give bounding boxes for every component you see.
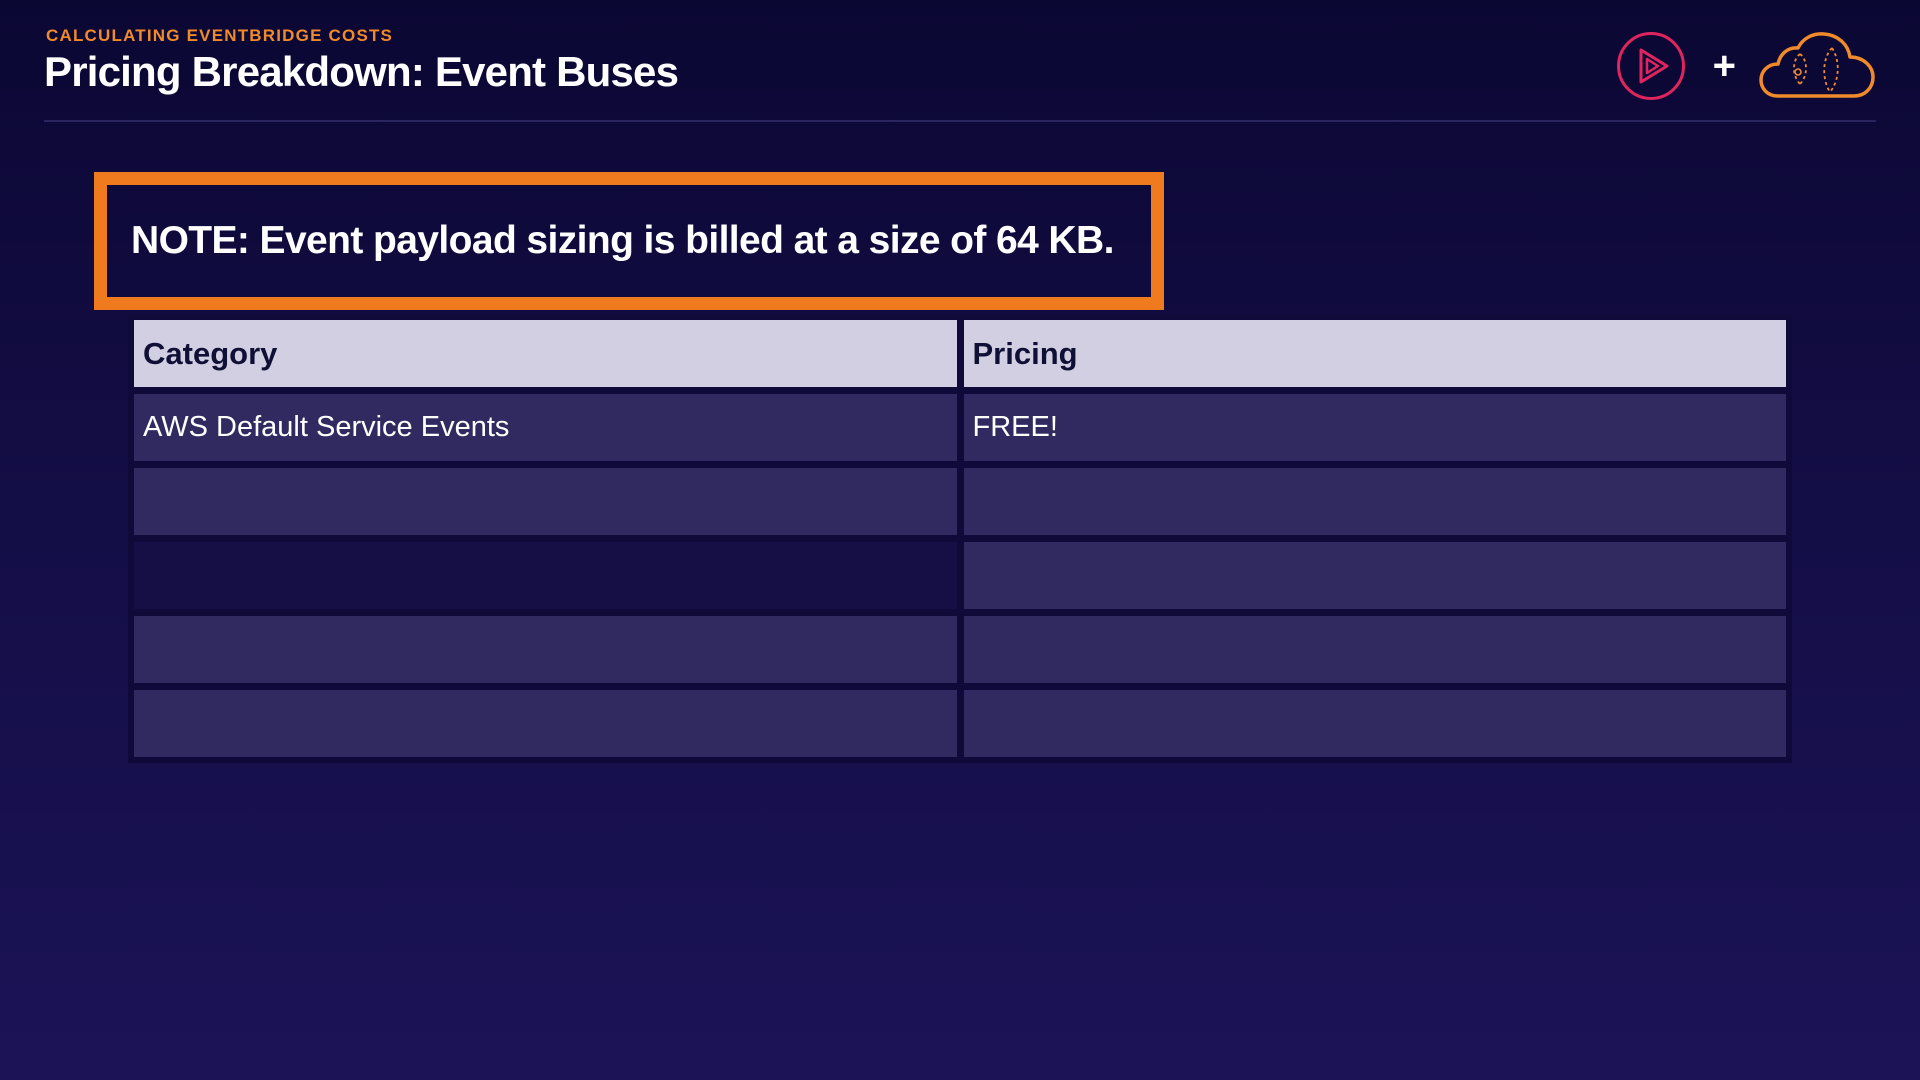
note-text: NOTE: Event payload sizing is billed at … [131, 219, 1114, 262]
slide-title: Pricing Breakdown: Event Buses [44, 48, 679, 95]
slide-header: CALCULATING EVENTBRIDGE COSTS Pricing Br… [44, 26, 1876, 122]
table-cell-pricing [963, 616, 1786, 683]
table-cell-category [134, 542, 957, 609]
table-row [134, 468, 1786, 535]
play-circle-icon [1615, 30, 1687, 102]
table-row [134, 542, 1786, 609]
table-header-row: Category Pricing [134, 320, 1786, 387]
brand-logos: + [1615, 28, 1876, 104]
plus-sign: + [1712, 44, 1736, 88]
table-row: AWS Default Service Events FREE! [134, 394, 1786, 461]
table-cell-category: AWS Default Service Events [134, 394, 957, 461]
pricing-table: Category Pricing AWS Default Service Eve… [128, 314, 1792, 763]
table-cell-category [134, 468, 957, 535]
table-row [134, 690, 1786, 757]
cloud-icon [1758, 30, 1876, 102]
table-cell-pricing [963, 468, 1786, 535]
table-cell-pricing [963, 690, 1786, 757]
table-cell-pricing: FREE! [963, 394, 1786, 461]
note-callout: NOTE: Event payload sizing is billed at … [94, 172, 1164, 310]
table-cell-category [134, 690, 957, 757]
column-header-category: Category [134, 320, 957, 387]
section-eyebrow: CALCULATING EVENTBRIDGE COSTS [46, 26, 394, 45]
table-cell-category [134, 616, 957, 683]
column-header-pricing: Pricing [963, 320, 1786, 387]
table-row [134, 616, 1786, 683]
table-cell-pricing [963, 542, 1786, 609]
